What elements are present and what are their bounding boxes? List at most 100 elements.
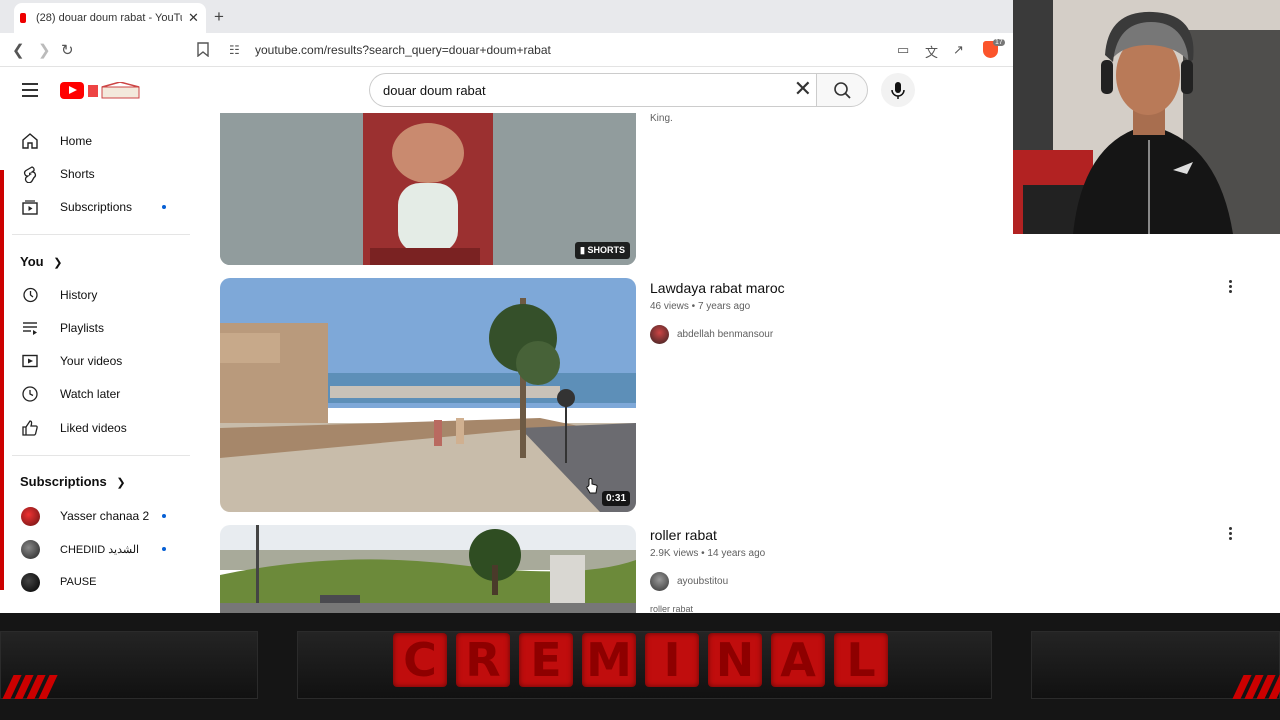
banner-letter: E [519,633,573,687]
webcam-feed-image [1013,0,1280,234]
banner-letter: N [708,633,762,687]
hand-cursor-icon [586,478,598,494]
sidebar-item-your-videos[interactable]: Your videos [20,350,200,372]
chevron-right-icon: ❯ [116,477,126,489]
cast-icon[interactable]: ▭ [897,42,909,58]
translate-icon[interactable]: 文 [925,42,938,61]
more-options-icon[interactable] [1229,527,1233,542]
browser-tab[interactable]: (28) douar doum rabat - YouTube ✕ [14,3,206,33]
sidebar-item-label: Home [60,134,93,148]
sidebar-item-label: Playlists [60,321,105,335]
shorts-badge-label: SHORTS [587,245,625,255]
subscription-channel[interactable]: PAUSE [20,571,200,593]
banner-letter: M [582,633,636,687]
sidebar-item-label: CHEDIID الشديد [60,543,140,556]
banner-title: C R E M I N A L [393,633,888,687]
tab-title: (28) douar doum rabat - YouTube [36,12,182,24]
screen: (28) douar doum rabat - YouTube ✕ + ❮ ❯ … [0,0,1280,720]
banner-letter: I [645,633,699,687]
you-section-header[interactable]: You ❯ [20,254,62,269]
new-content-dot [162,547,166,551]
thumbnail-image [220,525,636,613]
back-arrow-icon[interactable]: ❮ [12,41,25,59]
channel-name[interactable]: ayoubstitou [677,576,728,587]
banner-letter: R [456,633,510,687]
new-tab-button[interactable]: + [214,7,224,27]
youtube-doodle-logo[interactable] [88,82,140,99]
youtube-header: douar doum rabat ✕ [0,67,1013,113]
history-icon [20,285,40,305]
overlay-red-edge [0,170,4,590]
you-label: You [20,254,44,269]
video-meta: 46 views • 7 years ago [650,301,751,312]
reload-icon[interactable]: ↻ [61,41,74,59]
menu-icon[interactable] [22,83,38,101]
address-bar-row: ❮ ❯ ↻ ☷ youtube.com/results?search_query… [0,33,1013,67]
subscription-channel[interactable]: CHEDIID الشديد [20,538,200,560]
sidebar-item-label: Shorts [60,167,95,181]
subscriptions-section-header[interactable]: Subscriptions ❯ [20,474,126,489]
video-meta: 2.9K views • 14 years ago [650,548,766,559]
avatar [20,539,40,559]
sidebar-item-label: PAUSE [60,576,97,588]
sidebar-divider [12,455,190,456]
sidebar-item-label: Subscriptions [60,200,133,214]
watch-later-icon [20,384,40,404]
shield-count-badge: 17 [993,39,1005,46]
banner-stripes-left [2,675,58,699]
avatar [20,506,40,526]
your-videos-icon [20,351,40,371]
result-partial-text: King. [650,113,673,124]
subscriptions-icon [20,197,40,217]
sidebar-item-history[interactable]: History [20,284,200,306]
avatar [650,325,669,344]
youtube-favicon-icon [20,13,26,23]
bookmark-icon[interactable] [197,42,209,57]
close-tab-icon[interactable]: ✕ [188,10,199,26]
search-input[interactable]: douar doum rabat [383,83,486,98]
sidebar-item-label: Your videos [60,354,123,368]
forward-arrow-icon[interactable]: ❯ [38,41,51,59]
thumbnail-image [220,113,636,265]
search-box[interactable]: douar doum rabat ✕ [369,73,816,107]
video-thumbnail[interactable] [220,525,636,613]
sidebar-item-liked-videos[interactable]: Liked videos [20,417,200,439]
sidebar-item-subscriptions[interactable]: Subscriptions [20,196,200,218]
shorts-badge: ▮ SHORTS [575,242,630,259]
channel-name[interactable]: abdellah benmansour [677,329,773,340]
channel-link[interactable]: abdellah benmansour [650,325,773,344]
new-content-dot [162,205,166,209]
url-field[interactable]: youtube.com/results?search_query=douar+d… [255,43,551,57]
new-content-dot [162,514,166,518]
sidebar-item-label: Watch later [60,387,121,401]
video-thumbnail[interactable]: 0:31 [220,278,636,512]
video-title[interactable]: roller rabat [650,527,717,543]
thumbnail-image [220,278,636,512]
clear-search-icon[interactable]: ✕ [794,78,812,100]
home-icon [20,131,40,151]
webcam-overlay [1013,0,1280,234]
site-info-icon[interactable]: ☷ [229,43,240,57]
search-button[interactable] [816,73,868,107]
video-thumbnail[interactable]: ▮ SHORTS [220,113,636,265]
voice-search-button[interactable] [881,73,915,107]
banner-stripes-right [1232,675,1280,699]
more-options-icon[interactable] [1229,280,1233,295]
avatar [650,572,669,591]
youtube-logo-icon[interactable] [60,82,84,99]
microphone-icon [891,82,905,99]
channel-link[interactable]: ayoubstitou [650,572,728,591]
playlists-icon [20,318,40,338]
banner-letter: A [771,633,825,687]
video-title[interactable]: Lawdaya rabat maroc [650,280,785,296]
liked-videos-icon [20,418,40,438]
share-icon[interactable]: ↗ [953,42,964,58]
sidebar-divider [12,234,190,235]
sidebar-item-watch-later[interactable]: Watch later [20,383,200,405]
subscription-channel[interactable]: Yasser chanaa 2 [20,505,200,527]
shorts-icon [20,164,40,184]
subscriptions-label: Subscriptions [20,474,107,489]
sidebar-item-shorts[interactable]: Shorts [20,163,200,185]
sidebar-item-home[interactable]: Home [20,130,200,152]
sidebar-item-playlists[interactable]: Playlists [20,317,200,339]
